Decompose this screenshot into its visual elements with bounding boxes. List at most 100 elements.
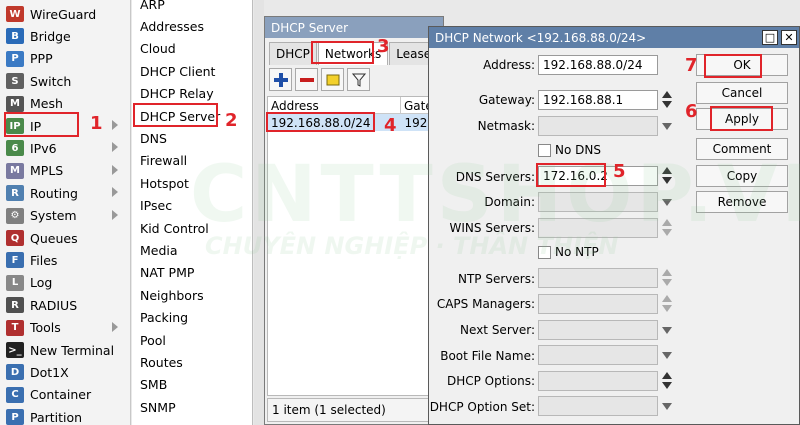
step-5-number: 5 [613,161,626,182]
menu-item-system[interactable]: ⚙ System [0,205,130,227]
next-server-field[interactable] [538,320,658,340]
submenu-item-ssh[interactable]: SSH [140,419,165,425]
note-icon [326,74,339,85]
menu-item-switch[interactable]: S Switch [0,70,130,92]
gateway-field[interactable]: 192.168.88.1 [538,90,658,110]
menu-item-ppp[interactable]: P PPP [0,48,130,70]
submenu-arrow-icon [112,321,118,332]
dhcp-server-titlebar[interactable]: DHCP Server [265,17,443,38]
comment-button[interactable] [321,68,344,91]
highlight-apply [710,106,773,131]
highlight-ip [4,112,79,137]
submenu-item-pool[interactable]: Pool [140,329,166,351]
submenu-item-ipsec[interactable]: IPsec [140,195,172,217]
dhcp-options-updown-icon[interactable] [662,372,672,390]
address-field[interactable]: 192.168.88.0/24 [538,55,658,75]
caps-updown-icon[interactable] [662,295,672,313]
maximize-icon: □ [764,31,776,44]
menu-item-label: Tools [30,320,61,336]
dhcp-option-set-dropdown-icon[interactable] [662,403,672,410]
netmask-field[interactable] [538,116,658,136]
boot-file-label: Boot File Name: [440,349,535,363]
dot1x-icon: D [6,364,24,381]
submenu-arrow-icon [112,209,118,220]
add-button[interactable] [269,68,292,91]
log-icon: L [6,274,24,291]
terminal-icon: >_ [6,342,24,358]
submenu-arrow-icon [112,164,118,175]
submenu-item-packing[interactable]: Packing [140,307,188,329]
submenu-item-cloud[interactable]: Cloud [140,38,176,60]
menu-item-log[interactable]: L Log [0,272,130,294]
submenu-item-dhcp-relay[interactable]: DHCP Relay [140,83,214,105]
dhcp-options-field[interactable] [538,371,658,391]
tools-icon: T [6,319,24,336]
dhcp-option-set-field[interactable] [538,396,658,416]
ntp-servers-field[interactable] [538,268,658,288]
submenu-item-smb[interactable]: SMB [140,374,167,396]
submenu-item-addresses[interactable]: Addresses [140,15,204,37]
watermark-logo: CNTTSHOP.VN [190,150,800,240]
submenu-item-firewall[interactable]: Firewall [140,150,187,172]
submenu-item-neighbors[interactable]: Neighbors [140,284,204,306]
maximize-button[interactable]: □ [762,30,778,45]
menu-item-files[interactable]: F Files [0,249,130,271]
cancel-button[interactable]: Cancel [696,82,788,104]
boot-file-field[interactable] [538,345,658,365]
dhcp-network-title: DHCP Network <192.168.88.0/24> [435,30,647,45]
step-6-number: 6 [685,101,698,122]
menu-item-label: PPP [30,51,53,67]
submenu-item-dns[interactable]: DNS [140,127,167,149]
menu-item-bridge[interactable]: B Bridge [0,25,130,47]
submenu-item-hotspot[interactable]: Hotspot [140,172,189,194]
menu-item-label: Queues [30,230,78,246]
submenu-item-arp[interactable]: ARP [140,0,165,15]
menu-item-mpls[interactable]: M MPLS [0,160,130,182]
tab-dhcp[interactable]: DHCP [269,42,317,65]
main-menu: W WireGuard B Bridge P PPP S Switch M Mesh IP IP 6 IP… [0,0,131,425]
winbox-app: W WireGuard B Bridge P PPP S Switch M Mesh IP IP 6 IP… [0,0,800,425]
menu-item-partition[interactable]: P Partition [0,406,130,425]
mesh-icon: M [6,95,24,112]
next-server-dropdown-icon[interactable] [662,327,672,334]
partition-icon: P [6,409,24,425]
menu-item-label: RADIUS [30,297,78,313]
boot-file-dropdown-icon[interactable] [662,352,672,359]
caps-managers-field[interactable] [538,294,658,314]
menu-item-ipv6[interactable]: 6 IPv6 [0,137,130,159]
menu-item-label: Switch [30,73,72,89]
submenu-item-snmp[interactable]: SNMP [140,396,176,418]
menu-item-new-terminal[interactable]: >_ New Terminal [0,339,130,361]
minus-icon [299,77,314,82]
netmask-dropdown-icon[interactable] [662,123,672,130]
highlight-dns-field [536,163,606,187]
menu-item-dot1x[interactable]: D Dot1X [0,361,130,383]
ppp-icon: P [6,50,24,67]
submenu-item-media[interactable]: Media [140,239,178,261]
filter-button[interactable] [347,68,370,91]
submenu-item-routes[interactable]: Routes [140,351,183,373]
menu-item-routing[interactable]: R Routing [0,182,130,204]
plus-icon [273,72,288,87]
wireguard-icon: W [6,6,24,22]
gear-icon: ⚙ [6,207,24,224]
menu-item-wireguard[interactable]: W WireGuard [0,3,130,25]
menu-item-label: IPv6 [30,140,57,156]
submenu-item-dhcp-client[interactable]: DHCP Client [140,60,215,82]
menu-item-label: Files [30,252,58,268]
filter-icon [351,73,366,87]
remove-button[interactable] [295,68,318,91]
submenu-item-nat-pmp[interactable]: NAT PMP [140,262,194,284]
menu-item-label: WireGuard [30,6,97,22]
dhcp-network-titlebar[interactable]: DHCP Network <192.168.88.0/24> □ ✕ [429,27,799,48]
menu-item-container[interactable]: C Container [0,384,130,406]
bridge-icon: B [6,28,24,45]
menu-item-tools[interactable]: T Tools [0,317,130,339]
close-button[interactable]: ✕ [781,30,797,45]
menu-item-label: Routing [30,185,78,201]
gateway-updown-icon[interactable] [662,91,672,109]
menu-item-queues[interactable]: Q Queues [0,227,130,249]
menu-item-label: Dot1X [30,364,69,380]
ntp-updown-icon[interactable] [662,269,672,287]
menu-item-radius[interactable]: R RADIUS [0,294,130,316]
